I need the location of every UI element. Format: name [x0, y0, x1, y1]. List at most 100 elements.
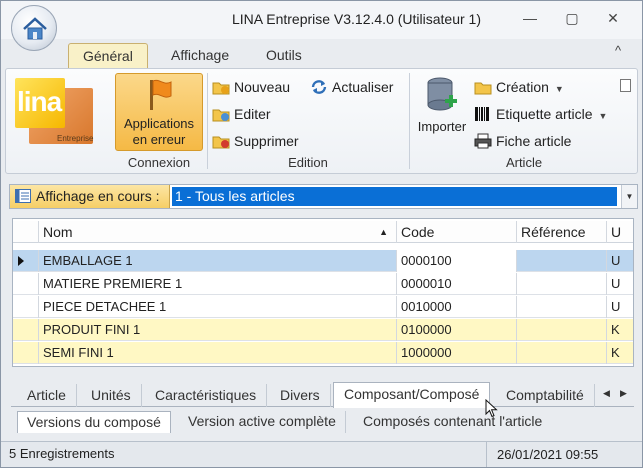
- home-icon: [23, 17, 47, 40]
- ribbon-panel: lina Entreprise Applications en erreur C…: [5, 68, 638, 174]
- status-bar: 5 Enregistrements 26/01/2021 09:55: [1, 441, 642, 467]
- ribbon-collapse-button[interactable]: ^: [615, 43, 621, 58]
- chevron-down-icon[interactable]: ▼: [621, 185, 637, 208]
- table-row[interactable]: EMBALLAGE 1 0000100 U: [13, 250, 633, 272]
- fiche-article-button[interactable]: Fiche article: [474, 130, 571, 152]
- table-row[interactable]: PIECE DETACHEE 1 0010000 U: [13, 296, 633, 318]
- column-header-u[interactable]: U: [606, 221, 633, 243]
- printer-icon: [474, 133, 492, 149]
- tab-comptabilite[interactable]: Comptabilité: [496, 384, 595, 407]
- applications-en-erreur-button[interactable]: Applications en erreur: [115, 73, 203, 151]
- status-datetime: 26/01/2021 09:55: [486, 442, 598, 467]
- actualiser-label: Actualiser: [332, 79, 394, 95]
- column-header-nom[interactable]: Nom ▲: [38, 221, 396, 243]
- cell-u: K: [606, 342, 633, 364]
- supprimer-button[interactable]: Supprimer: [212, 130, 299, 152]
- maximize-button[interactable]: ▢: [561, 9, 583, 27]
- detail-tab-bar: Article Unités Caractéristiques Divers C…: [11, 382, 634, 408]
- chevron-down-icon: ▼: [554, 84, 564, 94]
- group-divider: [409, 73, 410, 169]
- minimize-button[interactable]: —: [519, 9, 541, 27]
- table-header: Nom ▲ Code Référence U: [13, 221, 633, 243]
- logo-text: lina: [17, 86, 62, 117]
- importer-button[interactable]: Importer: [414, 73, 470, 149]
- cell-reference: [516, 319, 606, 341]
- articles-table: Nom ▲ Code Référence U EMBALLAGE 1 00001…: [12, 218, 634, 367]
- tab-general[interactable]: Général: [68, 43, 148, 69]
- cell-u: K: [606, 319, 633, 341]
- folder-icon: [474, 79, 492, 95]
- tab-divers[interactable]: Divers: [270, 384, 331, 407]
- cell-nom: PIECE DETACHEE 1: [38, 296, 396, 318]
- tab-outils[interactable]: Outils: [252, 43, 316, 69]
- title-bar: LINA Entreprise V3.12.4.0 (Utilisateur 1…: [1, 1, 642, 39]
- cell-code: 0010000: [396, 296, 516, 318]
- row-indicator-header: [13, 221, 38, 243]
- etiquette-article-label: Etiquette article: [496, 106, 593, 122]
- tab-scroll-left-icon[interactable]: ◀: [603, 388, 610, 399]
- tab-affichage[interactable]: Affichage: [157, 43, 243, 69]
- tab-article[interactable]: Article: [17, 384, 77, 407]
- column-header-reference[interactable]: Référence: [516, 221, 606, 243]
- group-label-article: Article: [505, 155, 543, 170]
- group-divider: [207, 73, 208, 169]
- delete-folder-icon: [212, 133, 230, 149]
- cell-reference: [516, 273, 606, 295]
- lina-logo: lina Entreprise: [15, 78, 99, 148]
- subtab-version-active-complete[interactable]: Version active complète: [179, 411, 346, 433]
- sort-ascending-icon: ▲: [379, 227, 388, 237]
- flag-icon: [150, 79, 172, 110]
- creation-dropdown[interactable]: Création ▼: [474, 76, 564, 98]
- cell-reference: [516, 296, 606, 318]
- app-window: LINA Entreprise V3.12.4.0 (Utilisateur 1…: [0, 0, 643, 468]
- window-title: LINA Entreprise V3.12.4.0 (Utilisateur 1…: [231, 11, 481, 27]
- tab-unites[interactable]: Unités: [81, 384, 142, 407]
- cell-u: U: [606, 250, 633, 272]
- applications-en-erreur-line2: en erreur: [132, 132, 186, 147]
- cell-reference: [516, 250, 606, 272]
- table-row[interactable]: PRODUIT FINI 1 0100000 K: [13, 319, 633, 341]
- cell-u: U: [606, 273, 633, 295]
- table-row[interactable]: SEMI FINI 1 1000000 K: [13, 342, 633, 364]
- cell-nom: MATIERE PREMIERE 1: [38, 273, 396, 295]
- display-label: Affichage en cours :: [10, 185, 170, 208]
- current-row-indicator-icon: [18, 256, 24, 266]
- tab-composant-compose[interactable]: Composant/Composé: [333, 382, 491, 408]
- subtab-composes-contenant-article[interactable]: Composés contenant l'article: [354, 411, 551, 433]
- table-row[interactable]: MATIERE PREMIERE 1 0000010 U: [13, 273, 633, 295]
- view-list-icon: [15, 189, 31, 203]
- applications-en-erreur-line1: Applications: [123, 116, 195, 131]
- importer-label: Importer: [417, 119, 467, 134]
- supprimer-label: Supprimer: [234, 133, 299, 149]
- display-label-text: Affichage en cours :: [36, 188, 160, 204]
- ribbon-tab-bar: Général Affichage Outils: [1, 39, 642, 69]
- editer-button[interactable]: Editer: [212, 103, 271, 125]
- nouveau-button[interactable]: Nouveau: [212, 76, 290, 98]
- chevron-down-icon: ▼: [598, 111, 608, 121]
- new-folder-icon: [212, 79, 230, 95]
- subtab-versions-du-compose[interactable]: Versions du composé: [17, 411, 171, 433]
- cell-reference: [516, 342, 606, 364]
- record-count: 5 Enregistrements: [9, 446, 115, 461]
- display-value[interactable]: 1 - Tous les articles: [172, 187, 617, 206]
- cell-nom: PRODUIT FINI 1: [38, 319, 396, 341]
- cell-nom: SEMI FINI 1: [38, 342, 396, 364]
- application-menu-button[interactable]: [11, 5, 57, 51]
- document-icon: [620, 79, 631, 92]
- etiquette-article-dropdown[interactable]: Etiquette article ▼: [474, 103, 607, 125]
- nouveau-label: Nouveau: [234, 79, 291, 95]
- actualiser-button[interactable]: Actualiser: [310, 76, 393, 98]
- editer-label: Editer: [234, 106, 271, 122]
- group-label-edition: Edition: [288, 155, 328, 170]
- display-selector[interactable]: Affichage en cours : 1 - Tous les articl…: [9, 184, 638, 209]
- close-button[interactable]: ✕: [602, 9, 624, 27]
- column-header-label: Nom: [43, 224, 73, 240]
- tab-caracteristiques[interactable]: Caractéristiques: [145, 384, 268, 407]
- group-label-connexion: Connexion: [127, 155, 191, 170]
- cell-code: 0100000: [396, 319, 516, 341]
- tab-scroll-right-icon[interactable]: ▶: [620, 388, 627, 399]
- column-header-code[interactable]: Code: [396, 221, 516, 243]
- edit-folder-icon: [212, 106, 230, 122]
- subtab-bar: Versions du composé Version active compl…: [17, 409, 632, 433]
- cell-u: U: [606, 296, 633, 318]
